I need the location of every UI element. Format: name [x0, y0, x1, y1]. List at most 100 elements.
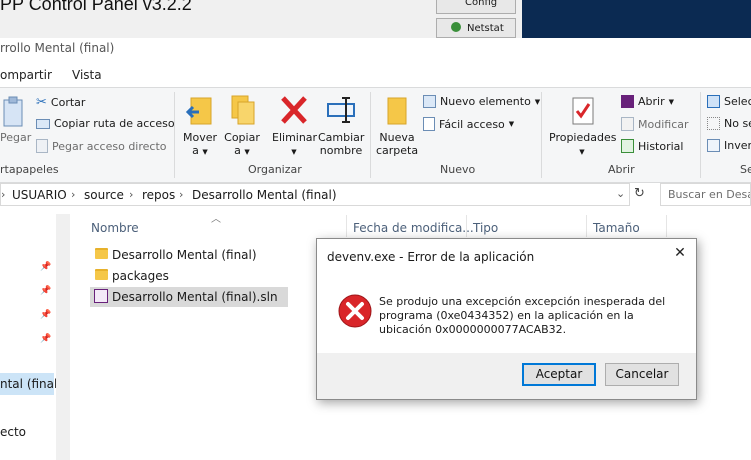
copy-path-button[interactable]: Copiar ruta de acceso	[36, 117, 175, 130]
column-divider[interactable]	[466, 215, 467, 237]
ribbon: Pegar ✂ Cortar Copiar ruta de acceso Peg…	[0, 87, 751, 183]
ribbon-separator	[541, 92, 542, 178]
pin-icon: 📌	[40, 262, 52, 272]
easy-access-label: Fácil acceso	[439, 117, 505, 131]
invert-selection-label: Inver	[724, 139, 751, 152]
invert-selection-icon	[707, 139, 720, 152]
move-label: Mover	[182, 131, 218, 144]
file-row[interactable]: packages	[90, 266, 288, 286]
invert-selection-button[interactable]: Inver	[707, 139, 751, 152]
tab-vista[interactable]: Vista	[72, 68, 102, 82]
tab-compartir[interactable]: ompartir	[0, 68, 52, 82]
chevron-right-icon: ›	[129, 188, 134, 201]
breadcrumb-item[interactable]: source	[84, 188, 124, 202]
new-folder-button[interactable]: Nueva carpeta	[376, 94, 418, 157]
open-button[interactable]: Abrir ▼	[621, 95, 674, 108]
nav-item[interactable]: ecto	[0, 425, 26, 439]
globe-icon	[451, 22, 461, 32]
address-bar-row: › USUARIO › source › repos › Desarrollo …	[0, 183, 751, 208]
nav-item-selected[interactable]: ntal (final)	[0, 373, 62, 395]
history-button[interactable]: Historial	[621, 139, 683, 153]
ribbon-separator	[370, 92, 371, 178]
column-divider[interactable]	[346, 215, 347, 237]
group-nuevo-label: Nuevo	[440, 163, 476, 176]
copy-to-button[interactable]: Copiar a ▼	[222, 94, 262, 159]
address-bar[interactable]: › USUARIO › source › repos › Desarrollo …	[0, 183, 630, 206]
copy-label: Copiar	[224, 131, 260, 144]
easy-access-button[interactable]: Fácil acceso ▼	[423, 117, 514, 131]
paste-button[interactable]: Pegar	[0, 96, 32, 144]
group-organizar-label: Organizar	[248, 163, 302, 176]
copy-folder-icon	[231, 95, 255, 125]
chevron-down-icon: ▼	[244, 148, 250, 156]
paste-shortcut-icon	[36, 139, 48, 153]
chevron-down-icon: ▼	[202, 148, 208, 156]
column-header-type[interactable]: Tipo	[473, 221, 498, 235]
properties-icon	[572, 97, 594, 125]
properties-button[interactable]: Propiedades ▼	[549, 94, 617, 159]
paste-label: Pegar	[0, 131, 32, 144]
move-label-2: a	[192, 144, 199, 157]
column-header-date[interactable]: Fecha de modifica...	[353, 221, 474, 235]
chevron-down-icon[interactable]: ⌄	[616, 187, 625, 200]
ribbon-separator	[700, 92, 701, 178]
new-item-label: Nuevo elemento	[440, 95, 531, 108]
file-row-selected[interactable]: Desarrollo Mental (final).sln	[90, 287, 288, 307]
select-all-label: Selec	[724, 95, 751, 108]
error-icon	[338, 294, 372, 328]
breadcrumb-item[interactable]: Desarrollo Mental (final)	[192, 188, 337, 202]
dialog-title: devenv.exe - Error de la aplicación	[327, 250, 535, 264]
close-icon[interactable]: ✕	[670, 245, 690, 265]
group-seleccionar-label: Se	[740, 163, 751, 176]
xampp-title: PP Control Panel v3.2.2	[0, 0, 192, 14]
rename-icon	[327, 97, 355, 123]
search-input[interactable]: Buscar en Desarr	[660, 183, 751, 206]
file-name: Desarrollo Mental (final)	[112, 248, 257, 262]
file-row[interactable]: Desarrollo Mental (final)	[90, 245, 288, 265]
refresh-icon[interactable]: ↻	[634, 186, 645, 201]
select-none-icon	[707, 117, 720, 130]
config-button[interactable]: Config	[436, 0, 516, 14]
column-header-size[interactable]: Tamaño	[593, 221, 640, 235]
history-label: Historial	[638, 139, 684, 153]
error-dialog: devenv.exe - Error de la aplicación ✕ Se…	[316, 238, 697, 400]
netstat-button[interactable]: Netstat	[436, 18, 516, 38]
pin-icon: 📌	[40, 286, 52, 296]
breadcrumb-item[interactable]: repos	[142, 188, 175, 202]
sort-up-icon: ︿	[211, 214, 221, 225]
chevron-down-icon: ▼	[291, 148, 297, 156]
chevron-down-icon: ▼	[508, 120, 515, 128]
pin-icon: 📌	[40, 334, 52, 344]
column-header-name[interactable]: Nombre	[91, 221, 139, 235]
cut-label: Cortar	[50, 96, 86, 109]
cancel-button[interactable]: Cancelar	[605, 363, 679, 386]
file-name: packages	[112, 269, 169, 283]
chevron-right-icon: ›	[1, 188, 6, 201]
select-none-label: No se	[724, 117, 751, 130]
delete-x-icon	[281, 96, 307, 124]
cut-button[interactable]: ✂ Cortar	[36, 95, 85, 110]
group-abrir-label: Abrir	[608, 163, 635, 176]
move-to-button[interactable]: Mover a ▼	[180, 94, 220, 159]
column-divider[interactable]	[586, 215, 587, 237]
breadcrumb-item[interactable]: USUARIO	[12, 188, 67, 202]
nav-item-label: ntal (final)	[0, 377, 63, 391]
paste-shortcut-button[interactable]: Pegar acceso directo	[36, 139, 167, 153]
history-icon	[621, 139, 634, 153]
select-all-button[interactable]: Selec	[707, 95, 751, 108]
nav-scrollbar[interactable]	[56, 214, 70, 460]
copy-path-label: Copiar ruta de acceso	[54, 117, 175, 130]
edit-button[interactable]: Modificar	[621, 117, 689, 131]
rename-button[interactable]: Cambiar nombre	[318, 94, 364, 157]
select-none-button[interactable]: No se	[707, 117, 751, 130]
rename-label: Cambiar	[318, 131, 365, 144]
new-item-button[interactable]: Nuevo elemento ▼	[423, 95, 540, 108]
scissors-icon: ✂	[36, 95, 47, 110]
delete-button[interactable]: Eliminar ▼	[272, 94, 317, 159]
properties-label: Propiedades	[549, 131, 617, 144]
accept-button[interactable]: Aceptar	[522, 363, 596, 386]
new-folder-label: Nueva	[379, 131, 415, 144]
visual-studio-icon	[621, 95, 634, 108]
edit-label: Modificar	[638, 117, 689, 131]
column-divider[interactable]	[666, 215, 667, 237]
